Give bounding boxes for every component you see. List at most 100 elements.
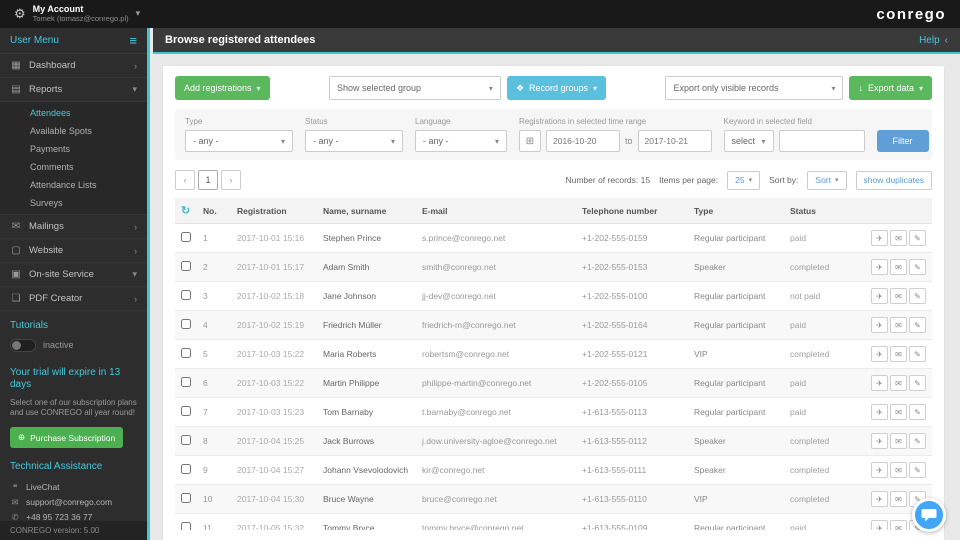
row-checkbox[interactable] [181,290,191,300]
send-invitation-button[interactable]: ✈ [871,520,888,530]
send-invitation-button[interactable]: ✈ [871,346,888,362]
send-invitation-button[interactable]: ✈ [871,259,888,275]
keyword-field-select[interactable]: select ▾ [723,130,774,152]
sidebar-item-payments[interactable]: Payments [0,140,147,158]
sidebar-item-website[interactable]: ▢ Website › [0,239,147,263]
edit-registration-button[interactable]: ✎ [909,375,926,391]
sidebar-item-available-spots[interactable]: Available Spots [0,122,147,140]
export-scope-select[interactable]: Export only visible records ▾ [665,76,844,100]
row-checkbox[interactable] [181,348,191,358]
sidebar-item-attendees[interactable]: Attendees [0,104,147,122]
sidebar-item-reports[interactable]: ▤ Reports ▾ [0,78,147,102]
type-filter-select[interactable]: - any - ▾ [185,130,293,152]
send-invitation-button[interactable]: ✈ [871,462,888,478]
tutorials-section: Tutorials inactive [0,311,147,358]
calendar-button[interactable]: ⊞ [519,130,541,152]
send-email-button[interactable]: ✉ [890,462,907,478]
cell-name: Stephen Prince [317,223,416,253]
edit-registration-button[interactable]: ✎ [909,259,926,275]
date-to-input[interactable] [637,130,712,152]
send-email-button[interactable]: ✉ [890,230,907,246]
table-row: 3 2017-10-02 15:18 Jane Johnson jj-dev@conr… [175,281,932,311]
filter-button[interactable]: Filter [876,130,929,152]
send-invitation-button[interactable]: ✈ [871,317,888,333]
prev-page-button[interactable]: ‹ [175,170,195,190]
send-email-button[interactable]: ✉ [890,520,907,530]
edit-registration-button[interactable]: ✎ [909,404,926,420]
edit-registration-button[interactable]: ✎ [909,433,926,449]
caret-down-icon: ▾ [390,136,395,146]
row-checkbox[interactable] [181,319,191,329]
sidebar-item-comments[interactable]: Comments [0,158,147,176]
sort-value: Sort [815,175,831,185]
date-from-input[interactable] [546,130,620,152]
page-1-button[interactable]: 1 [198,170,218,190]
purchase-subscription-button[interactable]: ⊕ Purchase Subscription [10,427,124,449]
send-email-button[interactable]: ✉ [890,259,907,275]
row-checkbox[interactable] [181,377,191,387]
send-email-button[interactable]: ✉ [890,433,907,449]
sidebar-item-attendance-lists[interactable]: Attendance Lists [0,176,147,194]
account-menu[interactable]: My Account Tomek (tomasz@conrego.pl) [33,4,129,23]
send-invitation-button[interactable]: ✈ [871,375,888,391]
items-per-page-select[interactable]: 25 ▾ [727,170,761,190]
export-data-button[interactable]: ↓ Export data ▾ [849,76,932,100]
cell-registration: 2017-10-03 15:23 [231,397,317,427]
send-email-button[interactable]: ✉ [890,491,907,507]
edit-registration-button[interactable]: ✎ [909,317,926,333]
records-count: Number of records: 15 [565,175,651,185]
send-email-button[interactable]: ✉ [890,404,907,420]
purchase-subscription-label: Purchase Subscription [30,432,116,443]
send-email-button[interactable]: ✉ [890,317,907,333]
help-link[interactable]: Help ‹ [919,35,948,46]
show-duplicates-button[interactable]: show duplicates [855,170,932,190]
next-page-button[interactable]: › [221,170,241,190]
send-invitation-button[interactable]: ✈ [871,230,888,246]
send-invitation-button[interactable]: ✈ [871,404,888,420]
row-checkbox[interactable] [181,232,191,242]
row-checkbox[interactable] [181,406,191,416]
keyword-input[interactable] [778,130,865,152]
chat-button[interactable] [912,498,946,532]
send-email-button[interactable]: ✉ [890,375,907,391]
cell-registration: 2017-10-05 15:32 [231,513,317,530]
sidebar-item-onsite-service[interactable]: ▣ On-site Service ▾ [0,263,147,287]
send-email-button[interactable]: ✉ [890,346,907,362]
row-checkbox[interactable] [181,493,191,503]
column-header-registration: Registration [231,198,317,224]
edit-registration-button[interactable]: ✎ [909,346,926,362]
status-filter-select[interactable]: - any - ▾ [305,130,403,152]
row-checkbox[interactable] [181,435,191,445]
row-checkbox[interactable] [181,522,191,530]
support-email-link[interactable]: ✉ support@conrego.com [10,495,137,510]
group-select[interactable]: Show selected group ▾ [328,76,501,100]
edit-registration-button[interactable]: ✎ [909,288,926,304]
send-invitation-button[interactable]: ✈ [871,288,888,304]
gear-icon[interactable]: ⚙ [14,6,26,22]
menu-icon[interactable]: ≡ [129,33,137,48]
tutorials-toggle[interactable] [10,338,36,352]
record-groups-button[interactable]: ❖ Record groups ▾ [506,76,607,100]
sort-select[interactable]: Sort ▾ [807,170,847,190]
edit-registration-button[interactable]: ✎ [909,462,926,478]
sidebar-item-surveys[interactable]: Surveys [0,194,147,212]
sidebar-item-pdf-creator[interactable]: ❏ PDF Creator › [0,287,147,311]
language-filter-select[interactable]: - any - ▾ [415,130,507,152]
send-email-button[interactable]: ✉ [890,288,907,304]
cell-type: VIP [688,339,784,369]
cell-name: Maria Roberts [317,339,416,369]
cell-name: Johann Vsevolodovich [317,455,416,485]
chevron-down-icon[interactable]: ▾ [136,8,141,19]
sidebar-item-dashboard[interactable]: ▦ Dashboard › [0,54,147,78]
send-invitation-button[interactable]: ✈ [871,433,888,449]
send-invitation-button[interactable]: ✈ [871,491,888,507]
row-checkbox[interactable] [181,464,191,474]
add-registrations-button[interactable]: Add registrations ▾ [175,76,270,100]
cell-name: Bruce Wayne [317,484,416,514]
edit-registration-button[interactable]: ✎ [909,230,926,246]
livechat-link[interactable]: ❝ LiveChat [10,480,137,495]
row-checkbox[interactable] [181,261,191,271]
sidebar-item-mailings[interactable]: ✉ Mailings › [0,215,147,239]
refresh-icon[interactable]: ↻ [181,205,190,217]
table-header-row: ↻ No. Registration Name, surname E-mail … [175,198,932,224]
